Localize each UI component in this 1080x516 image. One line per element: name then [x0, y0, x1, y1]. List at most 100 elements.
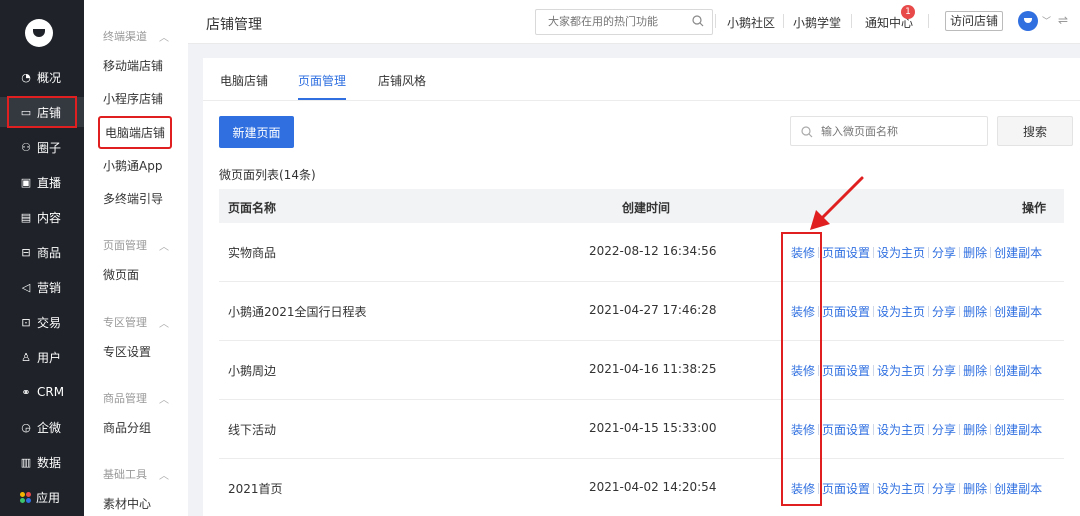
page-name: 2021首页	[228, 482, 283, 496]
nav-item-pie-chart[interactable]: ◔ 概况	[0, 62, 84, 92]
new-page-button[interactable]: 新建页面	[219, 116, 294, 148]
nav-item-trade[interactable]: ⊡ 交易	[0, 307, 84, 337]
page-name: 小鹅周边	[228, 364, 277, 378]
set-homepage-link[interactable]: 设为主页	[877, 303, 925, 320]
share-link[interactable]: 分享	[932, 421, 956, 438]
created-time: 2021-04-27 17:46:28	[589, 303, 717, 317]
action-divider	[990, 365, 992, 376]
delete-link[interactable]: 删除	[963, 362, 987, 379]
nav-item-label: 企微	[37, 420, 62, 435]
duplicate-link[interactable]: 创建副本	[994, 480, 1042, 497]
share-link[interactable]: 分享	[932, 244, 956, 261]
tab-page-management[interactable]: 页面管理	[298, 72, 346, 89]
apps-icon	[20, 491, 31, 503]
nav-item-goods[interactable]: ⊟ 商品	[0, 237, 84, 267]
feature-search[interactable]	[535, 9, 713, 35]
set-homepage-link[interactable]: 设为主页	[877, 362, 925, 379]
created-time: 2021-04-02 14:20:54	[589, 480, 717, 494]
set-homepage-link[interactable]: 设为主页	[877, 244, 925, 261]
share-link[interactable]: 分享	[932, 362, 956, 379]
feature-search-input[interactable]	[536, 10, 676, 34]
page-settings-link[interactable]: 页面设置	[822, 303, 870, 320]
nav-item-data[interactable]: ▥ 数据	[0, 447, 84, 477]
data-icon: ▥	[20, 455, 32, 469]
main-nav: ◔ 概况 ▭ 店铺 ⚇ 圈子 ▣ 直播 ▤ 内容 ⊟ 商品 ◁ 营销 ⊡ 交易 ♙ 用户 ⚭ CRM ◶ 企微 ▥ 数据 应用	[0, 0, 84, 516]
submenu-item-material-center[interactable]: 素材中心	[103, 495, 151, 512]
marketing-icon: ◁	[21, 280, 31, 294]
search-button[interactable]: 搜索	[997, 116, 1073, 146]
delete-link[interactable]: 删除	[963, 303, 987, 320]
share-link[interactable]: 分享	[932, 303, 956, 320]
column-header-actions: 操作	[1022, 201, 1047, 215]
nav-item-label: 应用	[36, 490, 61, 505]
submenu-group-pages[interactable]: 页面管理 ︿	[103, 237, 169, 253]
nav-item-community[interactable]: ⚇ 圈子	[0, 132, 84, 162]
delete-link[interactable]: 删除	[963, 244, 987, 261]
nav-item-label: 用户	[37, 350, 62, 365]
submenu-item-mobile-store[interactable]: 移动端店铺	[103, 57, 163, 74]
tab-store-style[interactable]: 店铺风格	[378, 72, 426, 89]
divider	[783, 14, 784, 28]
user-icon: ♙	[21, 350, 31, 364]
nav-item-apps[interactable]: 应用	[0, 482, 84, 512]
action-divider	[990, 483, 992, 494]
submenu-item-app[interactable]: 小鹅通App	[103, 157, 162, 174]
page-search[interactable]	[790, 116, 988, 146]
nav-item-content[interactable]: ▤ 内容	[0, 202, 84, 232]
nav-item-crm[interactable]: ⚭ CRM	[0, 377, 84, 407]
share-link[interactable]: 分享	[932, 480, 956, 497]
set-homepage-link[interactable]: 设为主页	[877, 421, 925, 438]
page-settings-link[interactable]: 页面设置	[822, 480, 870, 497]
submenu-group-tools[interactable]: 基础工具 ︿	[103, 466, 169, 482]
nav-item-user[interactable]: ♙ 用户	[0, 342, 84, 372]
academy-link[interactable]: 小鹅学堂	[793, 14, 841, 31]
set-homepage-link[interactable]: 设为主页	[877, 480, 925, 497]
submenu-item-multi-terminal[interactable]: 多终端引导	[103, 190, 163, 207]
page-settings-link[interactable]: 页面设置	[822, 421, 870, 438]
page-settings-link[interactable]: 页面设置	[822, 244, 870, 261]
row-actions: 装修 页面设置 设为主页 分享 删除 创建副本	[791, 480, 1042, 497]
action-divider	[959, 424, 961, 435]
action-divider	[959, 306, 961, 317]
nav-item-label: 数据	[37, 455, 62, 470]
submenu-group-goods[interactable]: 商品管理 ︿	[103, 390, 169, 406]
action-divider	[873, 306, 875, 317]
duplicate-link[interactable]: 创建副本	[994, 421, 1042, 438]
submenu-group-zones[interactable]: 专区管理 ︿	[103, 314, 169, 330]
chevron-down-icon[interactable]: ﹀	[1042, 14, 1051, 27]
annotation-arrow-icon	[810, 176, 864, 230]
switch-icon[interactable]: ⇌	[1058, 13, 1068, 27]
submenu-item-micro-page[interactable]: 微页面	[103, 266, 139, 283]
table-header: 页面名称 创建时间 操作	[219, 189, 1064, 223]
logo-icon[interactable]	[25, 19, 53, 47]
submenu-item-pc-store[interactable]: 电脑端店铺	[98, 116, 173, 149]
nav-item-marketing[interactable]: ◁ 营销	[0, 272, 84, 302]
duplicate-link[interactable]: 创建副本	[994, 244, 1042, 261]
search-icon[interactable]	[692, 15, 704, 27]
duplicate-link[interactable]: 创建副本	[994, 362, 1042, 379]
delete-link[interactable]: 删除	[963, 421, 987, 438]
nav-item-wecom[interactable]: ◶ 企微	[0, 412, 84, 442]
submenu-item-miniprogram-store[interactable]: 小程序店铺	[103, 90, 163, 107]
community-link[interactable]: 小鹅社区	[727, 14, 775, 31]
avatar[interactable]	[1018, 11, 1038, 31]
chevron-up-icon: ︿	[159, 241, 169, 253]
submenu-item-goods-group[interactable]: 商品分组	[103, 419, 151, 436]
pie-chart-icon: ◔	[21, 70, 31, 84]
delete-link[interactable]: 删除	[963, 480, 987, 497]
page-search-input[interactable]	[821, 123, 981, 141]
submenu-group-terminal[interactable]: 终端渠道 ︿	[103, 28, 169, 44]
nav-item-live[interactable]: ▣ 直播	[0, 167, 84, 197]
page-settings-link[interactable]: 页面设置	[822, 362, 870, 379]
nav-item-label: 概况	[37, 70, 62, 85]
page-name: 小鹅通2021全国行日程表	[228, 305, 367, 319]
submenu-item-zone-settings[interactable]: 专区设置	[103, 343, 151, 360]
main-content: 电脑店铺 页面管理 店铺风格 新建页面 搜索 微页面列表(14条) 页面名称 创…	[203, 58, 1080, 516]
duplicate-link[interactable]: 创建副本	[994, 303, 1042, 320]
column-header-created: 创建时间	[622, 201, 671, 215]
visit-store-button[interactable]: 访问店铺	[945, 11, 1003, 31]
tab-pc-store[interactable]: 电脑店铺	[220, 72, 268, 89]
action-divider	[873, 365, 875, 376]
crm-icon: ⚭	[21, 385, 31, 399]
created-time: 2022-08-12 16:34:56	[589, 244, 717, 258]
